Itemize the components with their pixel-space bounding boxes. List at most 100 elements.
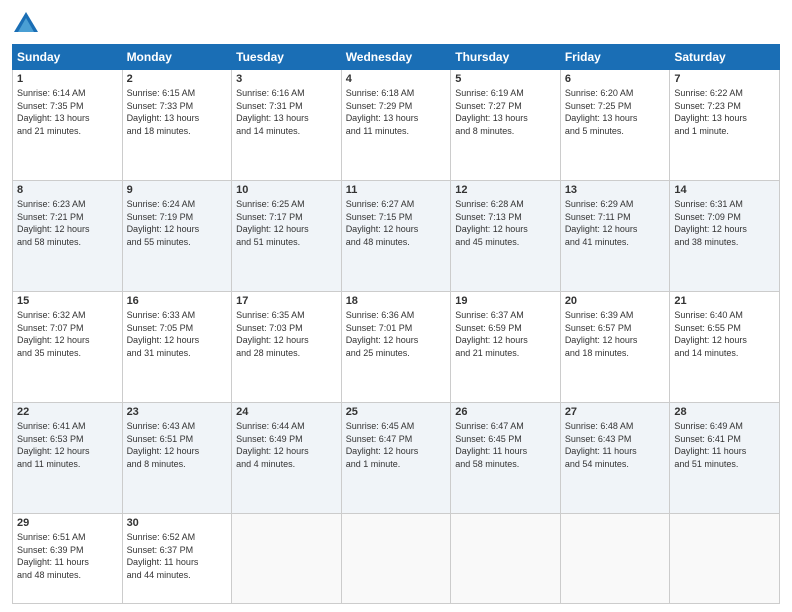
day-info: Sunrise: 6:43 AM Sunset: 6:51 PM Dayligh… [127,420,228,470]
day-cell: 26 Sunrise: 6:47 AM Sunset: 6:45 PM Dayli… [451,402,561,513]
day-number: 30 [127,517,228,529]
day-info: Sunrise: 6:25 AM Sunset: 7:17 PM Dayligh… [236,198,337,248]
day-cell: 17 Sunrise: 6:35 AM Sunset: 7:03 PM Dayli… [232,291,342,402]
day-info: Sunrise: 6:18 AM Sunset: 7:29 PM Dayligh… [346,87,447,137]
day-number: 14 [674,184,775,196]
day-number: 10 [236,184,337,196]
header-monday: Monday [122,45,232,70]
day-cell: 30 Sunrise: 6:52 AM Sunset: 6:37 PM Dayli… [122,513,232,603]
header-friday: Friday [560,45,670,70]
day-number: 7 [674,73,775,85]
day-cell: 23 Sunrise: 6:43 AM Sunset: 6:51 PM Dayli… [122,402,232,513]
day-cell: 1 Sunrise: 6:14 AM Sunset: 7:35 PM Daylig… [13,70,123,181]
day-number: 12 [455,184,556,196]
day-cell: 9Sunrise: 6:24 AM Sunset: 7:19 PM Daylig… [122,180,232,291]
day-info: Sunrise: 6:20 AM Sunset: 7:25 PM Dayligh… [565,87,666,137]
week-row-4: 22 Sunrise: 6:41 AM Sunset: 6:53 PM Dayli… [13,402,780,513]
day-number: 19 [455,295,556,307]
day-cell: 12 Sunrise: 6:28 AM Sunset: 7:13 PM Dayli… [451,180,561,291]
day-number: 24 [236,406,337,418]
day-number: 6 [565,73,666,85]
day-info: Sunrise: 6:52 AM Sunset: 6:37 PM Dayligh… [127,531,228,581]
day-info: Sunrise: 6:47 AM Sunset: 6:45 PM Dayligh… [455,420,556,470]
header-thursday: Thursday [451,45,561,70]
day-info: Sunrise: 6:51 AM Sunset: 6:39 PM Dayligh… [17,531,118,581]
day-cell: 19 Sunrise: 6:37 AM Sunset: 6:59 PM Dayli… [451,291,561,402]
header-tuesday: Tuesday [232,45,342,70]
day-cell: 3 Sunrise: 6:16 AM Sunset: 7:31 PM Daylig… [232,70,342,181]
day-cell [670,513,780,603]
day-info: Sunrise: 6:19 AM Sunset: 7:27 PM Dayligh… [455,87,556,137]
day-cell: 6 Sunrise: 6:20 AM Sunset: 7:25 PM Daylig… [560,70,670,181]
day-number: 1 [17,73,118,85]
day-cell: 13Sunrise: 6:29 AM Sunset: 7:11 PM Dayli… [560,180,670,291]
day-cell: 24 Sunrise: 6:44 AM Sunset: 6:49 PM Dayli… [232,402,342,513]
day-number: 8 [17,184,118,196]
day-info: Sunrise: 6:33 AM Sunset: 7:05 PM Dayligh… [127,309,228,359]
day-number: 3 [236,73,337,85]
day-cell: 20Sunrise: 6:39 AM Sunset: 6:57 PM Dayli… [560,291,670,402]
day-cell: 18 Sunrise: 6:36 AM Sunset: 7:01 PM Dayli… [341,291,451,402]
day-number: 23 [127,406,228,418]
day-number: 11 [346,184,447,196]
day-info: Sunrise: 6:41 AM Sunset: 6:53 PM Dayligh… [17,420,118,470]
day-number: 4 [346,73,447,85]
day-info: Sunrise: 6:49 AM Sunset: 6:41 PM Dayligh… [674,420,775,470]
day-cell: 25 Sunrise: 6:45 AM Sunset: 6:47 PM Dayli… [341,402,451,513]
day-cell: 27Sunrise: 6:48 AM Sunset: 6:43 PM Dayli… [560,402,670,513]
day-cell [560,513,670,603]
day-info: Sunrise: 6:28 AM Sunset: 7:13 PM Dayligh… [455,198,556,248]
day-number: 25 [346,406,447,418]
day-cell: 5 Sunrise: 6:19 AM Sunset: 7:27 PM Daylig… [451,70,561,181]
day-info: Sunrise: 6:32 AM Sunset: 7:07 PM Dayligh… [17,309,118,359]
day-number: 26 [455,406,556,418]
day-cell: 10 Sunrise: 6:25 AM Sunset: 7:17 PM Dayli… [232,180,342,291]
day-number: 15 [17,295,118,307]
day-cell [451,513,561,603]
day-cell: 11 Sunrise: 6:27 AM Sunset: 7:15 PM Dayli… [341,180,451,291]
week-row-3: 15 Sunrise: 6:32 AM Sunset: 7:07 PM Dayli… [13,291,780,402]
day-cell: 29 Sunrise: 6:51 AM Sunset: 6:39 PM Dayli… [13,513,123,603]
header-row: SundayMondayTuesdayWednesdayThursdayFrid… [13,45,780,70]
week-row-1: 1 Sunrise: 6:14 AM Sunset: 7:35 PM Daylig… [13,70,780,181]
day-number: 17 [236,295,337,307]
week-row-5: 29 Sunrise: 6:51 AM Sunset: 6:39 PM Dayli… [13,513,780,603]
header-saturday: Saturday [670,45,780,70]
day-cell: 28 Sunrise: 6:49 AM Sunset: 6:41 PM Dayli… [670,402,780,513]
top-section [12,10,780,38]
day-number: 29 [17,517,118,529]
day-number: 2 [127,73,228,85]
day-info: Sunrise: 6:37 AM Sunset: 6:59 PM Dayligh… [455,309,556,359]
day-info: Sunrise: 6:36 AM Sunset: 7:01 PM Dayligh… [346,309,447,359]
day-info: Sunrise: 6:31 AM Sunset: 7:09 PM Dayligh… [674,198,775,248]
day-cell [341,513,451,603]
day-info: Sunrise: 6:45 AM Sunset: 6:47 PM Dayligh… [346,420,447,470]
day-cell: 7 Sunrise: 6:22 AM Sunset: 7:23 PM Daylig… [670,70,780,181]
day-cell: 15 Sunrise: 6:32 AM Sunset: 7:07 PM Dayli… [13,291,123,402]
day-number: 28 [674,406,775,418]
day-info: Sunrise: 6:27 AM Sunset: 7:15 PM Dayligh… [346,198,447,248]
logo-icon [12,10,40,38]
day-cell: 8 Sunrise: 6:23 AM Sunset: 7:21 PM Daylig… [13,180,123,291]
day-cell: 4 Sunrise: 6:18 AM Sunset: 7:29 PM Daylig… [341,70,451,181]
header-wednesday: Wednesday [341,45,451,70]
day-info: Sunrise: 6:40 AM Sunset: 6:55 PM Dayligh… [674,309,775,359]
day-number: 18 [346,295,447,307]
day-number: 9 [127,184,228,196]
day-info: Sunrise: 6:15 AM Sunset: 7:33 PM Dayligh… [127,87,228,137]
day-info: Sunrise: 6:16 AM Sunset: 7:31 PM Dayligh… [236,87,337,137]
day-cell: 14 Sunrise: 6:31 AM Sunset: 7:09 PM Dayli… [670,180,780,291]
day-cell [232,513,342,603]
calendar-table: SundayMondayTuesdayWednesdayThursdayFrid… [12,44,780,604]
day-cell: 22 Sunrise: 6:41 AM Sunset: 6:53 PM Dayli… [13,402,123,513]
day-info: Sunrise: 6:14 AM Sunset: 7:35 PM Dayligh… [17,87,118,137]
day-info: Sunrise: 6:35 AM Sunset: 7:03 PM Dayligh… [236,309,337,359]
day-info: Sunrise: 6:39 AM Sunset: 6:57 PM Dayligh… [565,309,666,359]
day-info: Sunrise: 6:29 AM Sunset: 7:11 PM Dayligh… [565,198,666,248]
day-info: Sunrise: 6:22 AM Sunset: 7:23 PM Dayligh… [674,87,775,137]
day-info: Sunrise: 6:44 AM Sunset: 6:49 PM Dayligh… [236,420,337,470]
day-info: Sunrise: 6:23 AM Sunset: 7:21 PM Dayligh… [17,198,118,248]
page: SundayMondayTuesdayWednesdayThursdayFrid… [0,0,792,612]
day-number: 5 [455,73,556,85]
day-number: 22 [17,406,118,418]
